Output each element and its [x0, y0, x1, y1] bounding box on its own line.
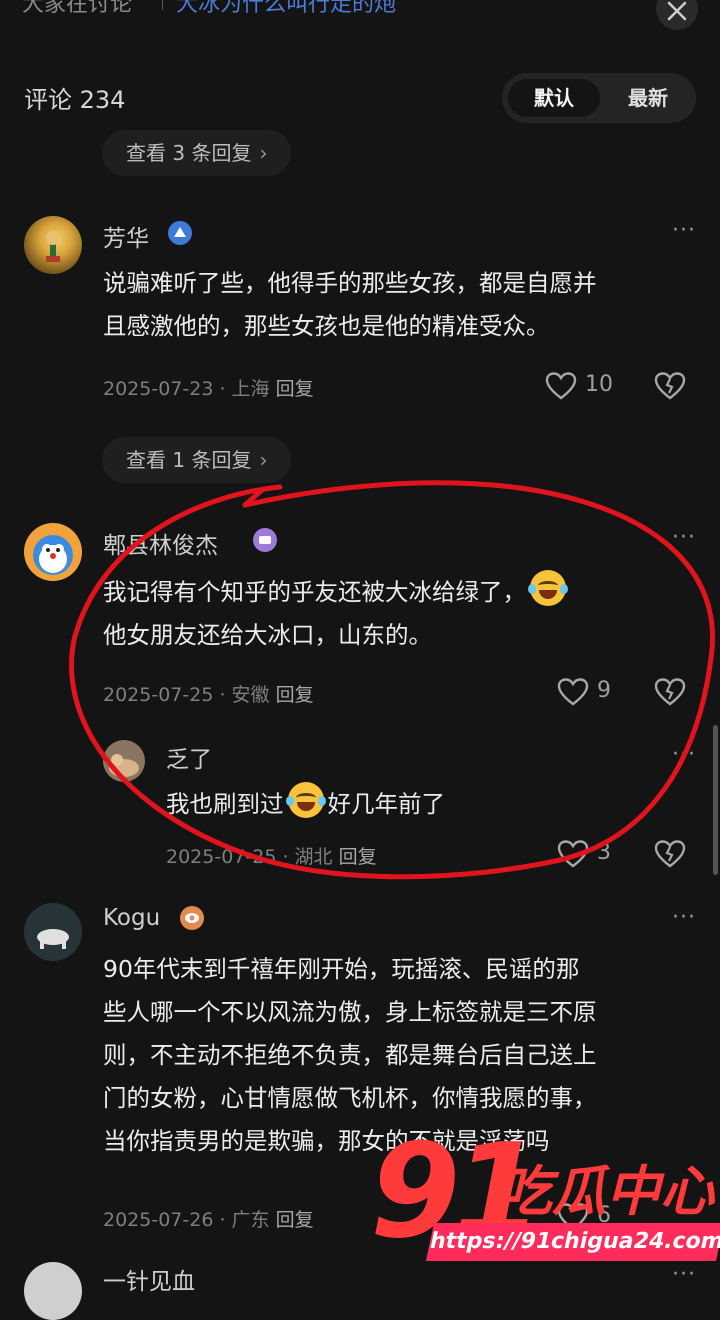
rofl-emoji-icon [285, 782, 326, 818]
view-replies-button[interactable]: 查看 1 条回复 › [102, 437, 292, 483]
reply-button[interactable]: 回复 [339, 846, 377, 868]
avatar-image [24, 903, 82, 961]
level-badge-icon [253, 528, 277, 552]
broken-heart-icon [654, 840, 686, 868]
comment-date: 2025-07-25 [166, 846, 277, 868]
discussion-prefix: 大家在讨论 [22, 0, 133, 17]
dislike-button[interactable] [654, 372, 686, 404]
more-icon[interactable]: ··· [672, 905, 696, 930]
avatar[interactable] [24, 216, 82, 274]
username[interactable]: 郫县林俊杰 [103, 526, 218, 560]
heart-icon [557, 678, 589, 706]
topic-link[interactable]: 大冰为什么叫行走的炮 [176, 0, 396, 18]
comment-count: 评论 234 [24, 86, 126, 114]
comment-text: 我也刷到过 好几年前了 [166, 782, 445, 826]
comment-text-line: 且感激他的，那些女孩也是他的精准受众。 [103, 312, 550, 340]
sort-toggle: 默认 最新 [502, 73, 696, 123]
watermark-logo-text: 吃瓜中心 [498, 1160, 714, 1223]
comment-text-line: 我也刷到过 好几年前了 [166, 782, 445, 826]
like-count: 10 [585, 372, 613, 397]
dislike-button[interactable] [654, 840, 686, 872]
like-count: 9 [597, 678, 611, 703]
broken-heart-icon [654, 372, 686, 400]
username[interactable]: 一针见血 [103, 1262, 195, 1296]
view-replies-button[interactable]: 查看 3 条回复 › [102, 130, 292, 176]
more-icon[interactable]: ··· [672, 742, 696, 767]
view-replies-label: 查看 1 条回复 [126, 448, 252, 472]
comment-text-line: 90年代末到千禧年刚开始，玩摇滚、民谣的那 [103, 955, 580, 983]
comment-location: 上海 [231, 378, 270, 400]
chevron-right-icon: › [259, 448, 268, 472]
comment-meta: 2025-07-25 · 安徽 回复 [103, 684, 314, 706]
reply-button[interactable]: 回复 [276, 684, 314, 706]
comment-text-segment: 我也刷到过 [166, 790, 284, 818]
comment-meta: 2025-07-25 · 湖北 回复 [166, 846, 377, 868]
comment-date: 2025-07-26 [103, 1209, 214, 1231]
sort-latest-button[interactable]: 最新 [602, 79, 694, 117]
view-replies-label: 查看 3 条回复 [126, 141, 252, 165]
comment-location: 广东 [231, 1209, 270, 1231]
comment-text-line: 门的女粉，心甘情愿做飞机杯，你情我愿的事， [103, 1084, 597, 1112]
avatar[interactable] [103, 740, 145, 782]
username[interactable]: 乏了 [166, 740, 212, 774]
comment-text-line: 我记得有个知乎的乎友还被大冰给绿了， [103, 570, 570, 614]
comment-text: 说骗难听了些，他得手的那些女孩，都是自愿并 且感激他的，那些女孩也是他的精准受众… [103, 262, 597, 348]
like-button[interactable]: 9 [557, 676, 637, 708]
like-count: 3 [597, 840, 611, 865]
dislike-button[interactable] [654, 678, 686, 710]
broken-heart-icon [654, 678, 686, 706]
avatar[interactable] [24, 523, 82, 581]
close-icon [667, 1, 687, 21]
close-button[interactable] [656, 0, 698, 30]
username[interactable]: Kogu [103, 905, 160, 931]
comment-meta: 2025-07-23 · 上海 回复 [103, 378, 314, 400]
avatar-image [33, 535, 73, 575]
comment-text-line: 则，不主动不拒绝不负责，都是舞台后自己送上 [103, 1041, 597, 1069]
like-button[interactable]: 3 [557, 838, 637, 870]
watermark: 91 吃瓜中心 https://91chigua24.com [370, 1115, 720, 1280]
watermark-url: https://91chigua24.com [425, 1223, 720, 1261]
comment-location: 湖北 [294, 846, 333, 868]
comment-text-line: 说骗难听了些，他得手的那些女孩，都是自愿并 [103, 269, 597, 297]
level-badge-icon [180, 906, 204, 930]
comment-location: 安徽 [231, 684, 270, 706]
divider [162, 0, 163, 10]
discussion-topic-bar: 大家在讨论 大冰为什么叫行走的炮 [0, 0, 720, 22]
comment-text-segment: 好几年前了 [327, 790, 446, 818]
like-button[interactable]: 10 [545, 370, 625, 402]
comment-text-line: 些人哪一个不以风流为傲，身上标签就是三不原 [103, 998, 597, 1026]
heart-icon [545, 372, 577, 400]
avatar-image [46, 231, 60, 262]
level-badge-icon [168, 221, 192, 245]
comment-text-segment: 我记得有个知乎的乎友还被大冰给绿了， [103, 578, 526, 606]
comment-date: 2025-07-23 [103, 378, 214, 400]
comment-text-line: 他女朋友还给大冰口，山东的。 [103, 621, 432, 649]
avatar[interactable] [24, 903, 82, 961]
avatar[interactable] [24, 1262, 82, 1320]
comment-meta: 2025-07-26 · 广东 回复 [103, 1209, 314, 1231]
rofl-emoji-icon [528, 570, 568, 606]
avatar-image [109, 754, 139, 777]
reply-button[interactable]: 回复 [276, 378, 314, 400]
username[interactable]: 芳华 [103, 219, 149, 253]
comment-date: 2025-07-25 [103, 684, 214, 706]
comment-text: 我记得有个知乎的乎友还被大冰给绿了， 他女朋友还给大冰口，山东的。 [103, 570, 570, 657]
scrollbar[interactable] [713, 725, 718, 875]
more-icon[interactable]: ··· [672, 525, 696, 550]
sort-default-button[interactable]: 默认 [508, 79, 600, 117]
heart-icon [557, 840, 589, 868]
chevron-right-icon: › [259, 141, 268, 165]
reply-button[interactable]: 回复 [276, 1209, 314, 1231]
more-icon[interactable]: ··· [672, 218, 696, 243]
